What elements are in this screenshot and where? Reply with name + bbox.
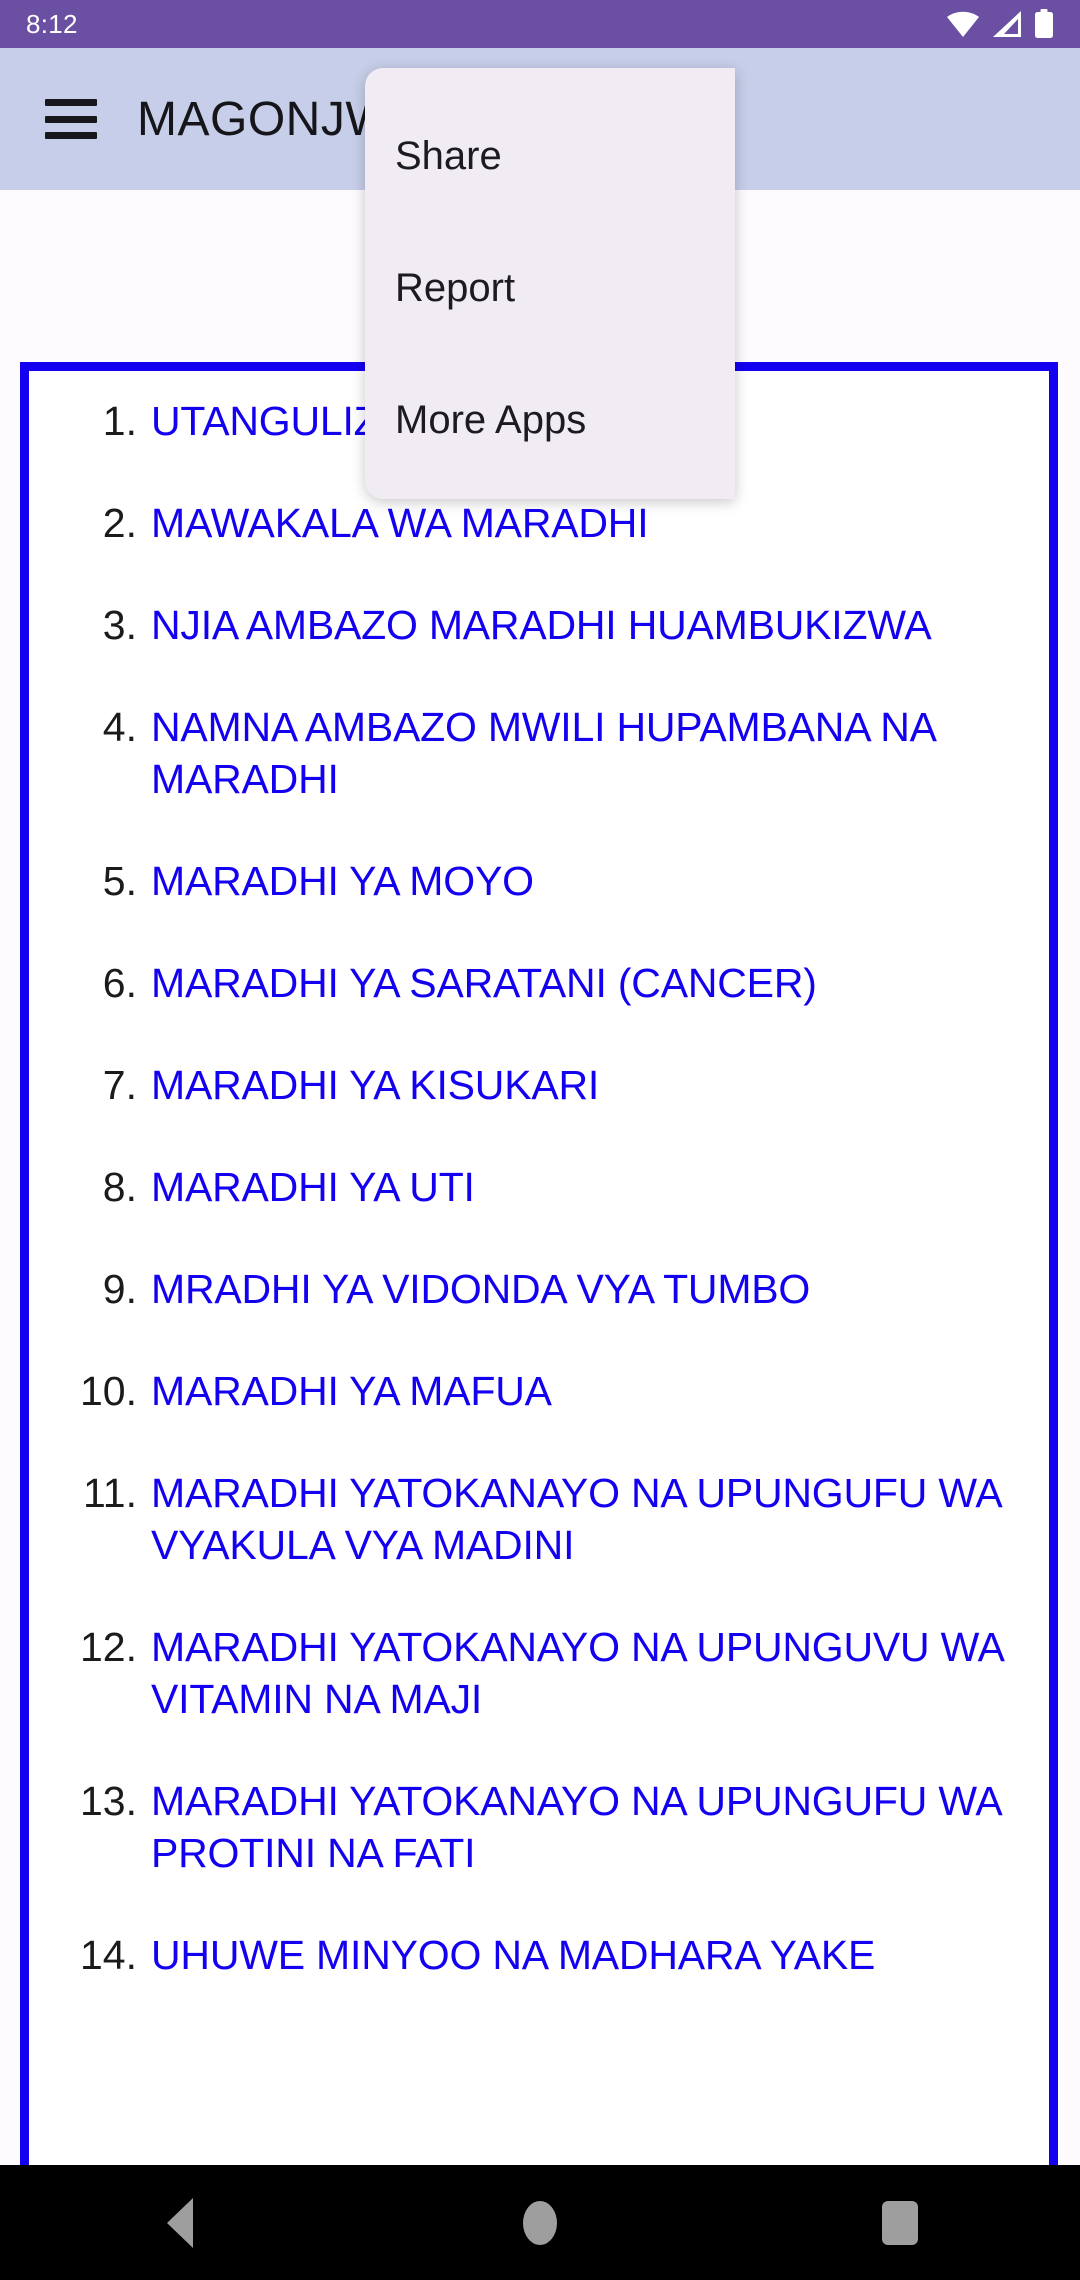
list-item[interactable]: 4. NAMNA AMBAZO MWILI HUPAMBANA NA MARAD… xyxy=(29,701,1049,805)
chapter-link[interactable]: MARADHI YA MAFUA xyxy=(151,1365,552,1417)
nav-recents-button[interactable] xyxy=(830,2165,970,2280)
system-navigation-bar xyxy=(0,2165,1080,2280)
list-item-number: 10. xyxy=(80,1368,137,1414)
list-item[interactable]: 13. MARADHI YATOKANAYO NA UPUNGUFU WA PR… xyxy=(29,1775,1049,1879)
list-item-number: 11. xyxy=(83,1470,137,1516)
list-item[interactable]: 8. MARADHI YA UTI xyxy=(29,1161,1049,1213)
hamburger-bar-2 xyxy=(45,115,97,123)
list-item[interactable]: 9. MRADHI YA VIDONDA VYA TUMBO xyxy=(29,1263,1049,1315)
list-item-number: 6. xyxy=(102,960,137,1006)
list-item[interactable]: 5. MARADHI YA MOYO xyxy=(29,855,1049,907)
chapter-link[interactable]: MAWAKALA WA MARADHI xyxy=(151,497,649,549)
chapter-list: 1. UTANGULIZI 2. MAWAKALA WA MARADHI 3. … xyxy=(29,371,1049,1981)
chapter-link[interactable]: MARADHI YA MOYO xyxy=(151,855,534,907)
chapter-link[interactable]: UTANGULIZI xyxy=(151,395,390,447)
list-item[interactable]: 14. UHUWE MINYOO NA MADHARA YAKE xyxy=(29,1929,1049,1981)
chapter-link[interactable]: MARADHI YATOKANAYO NA UPUNGUFU WA PROTIN… xyxy=(151,1775,1023,1879)
list-item[interactable]: 11. MARADHI YATOKANAYO NA UPUNGUFU WA VY… xyxy=(29,1467,1049,1571)
status-bar-icons xyxy=(946,9,1054,39)
back-triangle-icon xyxy=(167,2197,193,2248)
list-item-number: 8. xyxy=(102,1164,137,1210)
battery-icon xyxy=(1035,9,1053,38)
article-container: 1. UTANGULIZI 2. MAWAKALA WA MARADHI 3. … xyxy=(20,362,1058,2175)
menu-item-report[interactable]: Report xyxy=(365,222,735,354)
list-item[interactable]: 2. MAWAKALA WA MARADHI xyxy=(29,497,1049,549)
chapter-link[interactable]: MARADHI YA KISUKARI xyxy=(151,1059,599,1111)
chapter-link[interactable]: MARADHI YATOKANAYO NA UPUNGUFU WA VYAKUL… xyxy=(151,1467,1023,1571)
list-item-number: 4. xyxy=(102,704,137,750)
recents-square-icon xyxy=(882,2200,918,2245)
list-item-number: 9. xyxy=(102,1266,137,1312)
list-item-number: 14. xyxy=(80,1932,137,1978)
status-bar: 8:12 xyxy=(0,0,1080,48)
phone-screen: 8:12 MAGONJWA 1. UTANGULIZI 2. MAWAKALA … xyxy=(0,0,1080,2280)
list-item-number: 3. xyxy=(102,602,137,648)
chapter-link[interactable]: MARADHI YA SARATANI (CANCER) xyxy=(151,957,817,1009)
list-item[interactable]: 3. NJIA AMBAZO MARADHI HUAMBUKIZWA xyxy=(29,599,1049,651)
hamburger-menu-icon[interactable] xyxy=(45,99,97,139)
list-item[interactable]: 10. MARADHI YA MAFUA xyxy=(29,1365,1049,1417)
status-bar-clock: 8:12 xyxy=(26,9,78,39)
chapter-link[interactable]: MARADHI YATOKANAYO NA UPUNGUVU WA VITAMI… xyxy=(151,1621,1023,1725)
nav-home-button[interactable] xyxy=(470,2165,610,2280)
menu-item-share[interactable]: Share xyxy=(365,90,735,222)
chapter-link[interactable]: NAMNA AMBAZO MWILI HUPAMBANA NA MARADHI xyxy=(151,701,1023,805)
list-item[interactable]: 12. MARADHI YATOKANAYO NA UPUNGUVU WA VI… xyxy=(29,1621,1049,1725)
home-circle-icon xyxy=(523,2200,557,2245)
list-item-number: 1. xyxy=(102,398,137,444)
list-item-number: 13. xyxy=(80,1778,137,1824)
hamburger-bar-1 xyxy=(45,99,97,106)
chapter-link[interactable]: MRADHI YA VIDONDA VYA TUMBO xyxy=(151,1263,810,1315)
chapter-link[interactable]: UHUWE MINYOO NA MADHARA YAKE xyxy=(151,1929,875,1981)
menu-item-more-apps[interactable]: More Apps xyxy=(365,354,735,486)
overflow-menu: Share Report More Apps xyxy=(365,68,735,499)
nav-back-button[interactable] xyxy=(110,2165,250,2280)
list-item[interactable]: 7. MARADHI YA KISUKARI xyxy=(29,1059,1049,1111)
list-item-number: 12. xyxy=(80,1624,137,1670)
hamburger-bar-3 xyxy=(45,132,97,139)
wifi-icon xyxy=(947,11,979,37)
list-item[interactable]: 6. MARADHI YA SARATANI (CANCER) xyxy=(29,957,1049,1009)
list-item-number: 5. xyxy=(102,858,137,904)
chapter-link[interactable]: MARADHI YA UTI xyxy=(151,1161,475,1213)
chapter-link[interactable]: NJIA AMBAZO MARADHI HUAMBUKIZWA xyxy=(151,599,932,651)
list-item-number: 2. xyxy=(102,500,137,546)
cellular-signal-icon xyxy=(993,11,1021,37)
list-item-number: 7. xyxy=(102,1062,137,1108)
